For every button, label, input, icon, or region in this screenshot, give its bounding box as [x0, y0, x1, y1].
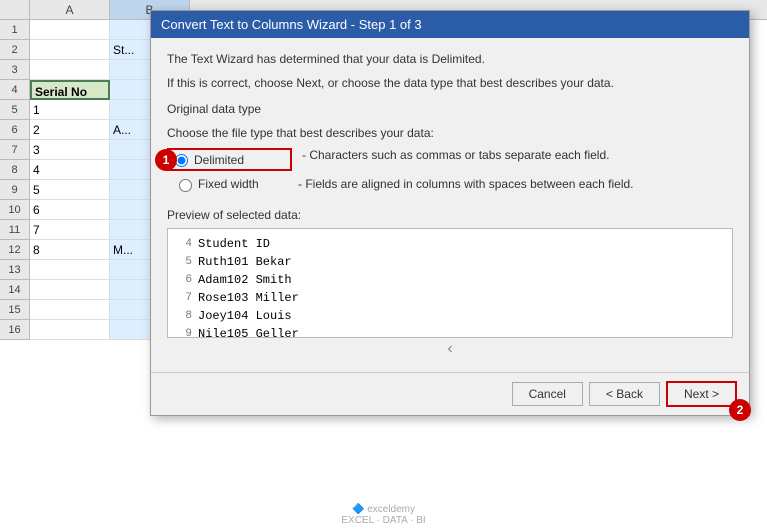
cell-a10[interactable]: 6	[30, 200, 110, 220]
cell-a1[interactable]	[30, 20, 110, 40]
cell-a11[interactable]: 7	[30, 220, 110, 240]
watermark: 🔷 exceldemy EXCEL · DATA · BI	[341, 504, 425, 526]
dialog-body: The Text Wizard has determined that your…	[151, 38, 749, 372]
delimited-option-row: 1 Delimited - Characters such as commas …	[167, 148, 733, 171]
row-16: 16	[0, 320, 30, 340]
row-12: 12	[0, 240, 30, 260]
row-4: 4	[0, 80, 30, 100]
fixed-width-label: Fixed width	[198, 177, 288, 191]
dialog-footer: Cancel < Back Next > 2	[151, 372, 749, 415]
file-type-label: Choose the file type that best describes…	[167, 126, 733, 140]
preview-line-5: 8Joey104 Louis	[176, 307, 724, 325]
row-2: 2	[0, 40, 30, 60]
fixed-width-option-row: Fixed width - Fields are aligned in colu…	[167, 177, 733, 192]
cell-a16[interactable]	[30, 320, 110, 340]
cell-a9[interactable]: 5	[30, 180, 110, 200]
watermark-tagline: EXCEL · DATA · BI	[341, 515, 425, 526]
delimited-box: Delimited	[167, 148, 292, 171]
cell-a14[interactable]	[30, 280, 110, 300]
preview-line-2: 5Ruth101 Bekar	[176, 253, 724, 271]
row-7: 7	[0, 140, 30, 160]
dialog-titlebar: Convert Text to Columns Wizard - Step 1 …	[151, 11, 749, 38]
original-data-type-label: Original data type	[167, 102, 733, 116]
step-2-badge: 2	[729, 399, 751, 421]
row-14: 14	[0, 280, 30, 300]
preview-box[interactable]: 4Student ID 5Ruth101 Bekar 6Adam102 Smit…	[167, 228, 733, 338]
preview-line-3: 6Adam102 Smith	[176, 271, 724, 289]
scroll-left-indicator[interactable]: ‹	[167, 338, 733, 360]
cell-a12[interactable]: 8	[30, 240, 110, 260]
row-1: 1	[0, 20, 30, 40]
preview-line-1: 4Student ID	[176, 235, 724, 253]
preview-line-6: 9Nile105 Geller	[176, 325, 724, 338]
cell-a6[interactable]: 2	[30, 120, 110, 140]
row-9: 9	[0, 180, 30, 200]
dialog-desc2: If this is correct, choose Next, or choo…	[167, 74, 733, 92]
cell-a7[interactable]: 3	[30, 140, 110, 160]
delimited-label: Delimited	[194, 153, 284, 167]
dialog-desc1: The Text Wizard has determined that your…	[167, 50, 733, 68]
cell-a5[interactable]: 1	[30, 100, 110, 120]
row-13: 13	[0, 260, 30, 280]
preview-line-4: 7Rose103 Miller	[176, 289, 724, 307]
cell-a3[interactable]	[30, 60, 110, 80]
cell-a15[interactable]	[30, 300, 110, 320]
next-button[interactable]: Next >	[666, 381, 737, 407]
file-type-options: 1 Delimited - Characters such as commas …	[167, 148, 733, 192]
cell-a8[interactable]: 4	[30, 160, 110, 180]
dialog-title: Convert Text to Columns Wizard - Step 1 …	[161, 17, 422, 32]
back-button[interactable]: < Back	[589, 382, 660, 406]
row-15: 15	[0, 300, 30, 320]
watermark-logo: 🔷 exceldemy	[341, 504, 425, 515]
dialog: Convert Text to Columns Wizard - Step 1 …	[150, 10, 750, 416]
row-6: 6	[0, 120, 30, 140]
fixed-width-radio[interactable]	[179, 179, 192, 192]
row-3: 3	[0, 60, 30, 80]
cancel-button[interactable]: Cancel	[512, 382, 583, 406]
cell-a2[interactable]	[30, 40, 110, 60]
row-headers: 1 2 3 4 5 6 7 8 9 10 11 12 13 14 15 16	[0, 20, 30, 340]
step-1-badge: 1	[155, 149, 177, 171]
fixed-width-desc: - Fields are aligned in columns with spa…	[298, 177, 634, 191]
cell-a4[interactable]: Serial No	[30, 80, 110, 100]
col-header-a: A	[30, 0, 110, 19]
row-10: 10	[0, 200, 30, 220]
cell-a13[interactable]	[30, 260, 110, 280]
delimited-desc: - Characters such as commas or tabs sepa…	[302, 148, 609, 162]
row-11: 11	[0, 220, 30, 240]
corner-cell	[0, 0, 30, 19]
preview-label: Preview of selected data:	[167, 208, 733, 222]
row-8: 8	[0, 160, 30, 180]
row-5: 5	[0, 100, 30, 120]
preview-section: Preview of selected data: 4Student ID 5R…	[167, 208, 733, 360]
